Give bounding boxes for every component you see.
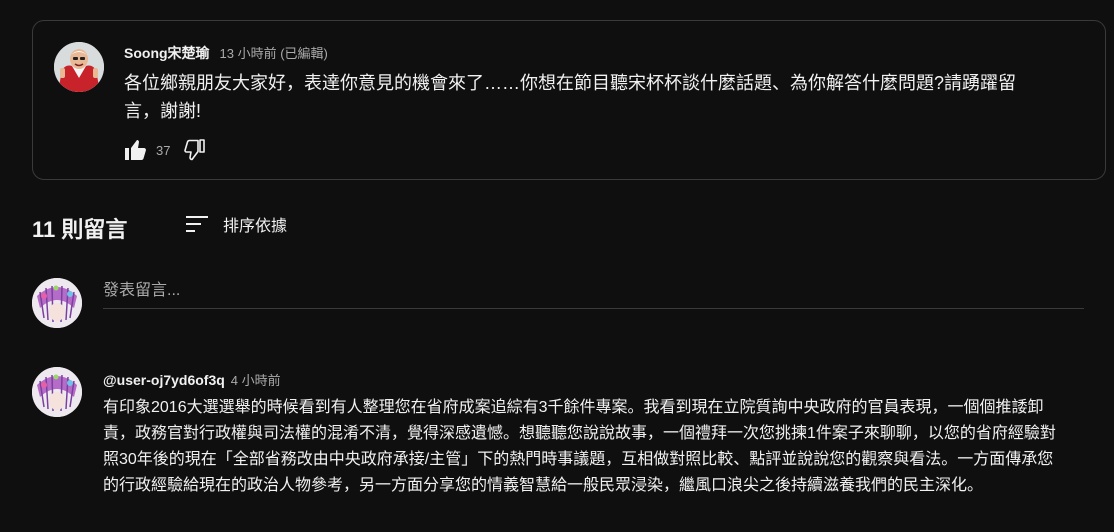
user-avatar-image xyxy=(32,278,82,328)
thumbs-up-icon xyxy=(125,140,146,160)
comment-text: 各位鄉親朋友大家好，表達你意見的機會來了……你想在節目聽宋杯杯談什麼話題、為你解… xyxy=(124,73,1017,121)
comment-timestamp[interactable]: 13 小時前 (已編輯) xyxy=(220,43,328,62)
current-user-avatar xyxy=(32,278,82,328)
add-comment-input[interactable]: 發表留言... xyxy=(103,279,1084,309)
comment-actions: 37 xyxy=(122,137,208,163)
comment-header: @user-oj7yd6of3q 4 小時前 xyxy=(103,370,281,389)
sort-label: 排序依據 xyxy=(223,218,288,235)
comment-text: 有印象2016大選選舉的時候看到有人整理您在省府成案追綜有3千餘件專案。我看到現… xyxy=(103,399,1056,494)
comment-author-avatar[interactable] xyxy=(32,367,82,417)
like-button[interactable] xyxy=(122,137,148,163)
sort-button[interactable]: 排序依據 xyxy=(185,212,287,236)
comment-author[interactable]: @user-oj7yd6of3q xyxy=(103,372,225,388)
author-avatar-image xyxy=(54,42,104,92)
dislike-button[interactable] xyxy=(182,137,208,163)
thumbs-down-icon xyxy=(184,139,206,161)
comment-timestamp[interactable]: 4 小時前 xyxy=(231,370,281,389)
comment-count-heading: 11 則留言 xyxy=(32,217,128,242)
author-avatar[interactable] xyxy=(54,42,104,92)
like-count: 37 xyxy=(156,142,171,158)
sort-icon xyxy=(186,216,208,232)
pinned-comment: Soong宋楚瑜 13 小時前 (已編輯) 各位鄉親朋友大家好，表達你意見的機會… xyxy=(32,20,1106,180)
user-avatar-image xyxy=(32,367,82,417)
comment-author[interactable]: Soong宋楚瑜 xyxy=(124,43,210,63)
